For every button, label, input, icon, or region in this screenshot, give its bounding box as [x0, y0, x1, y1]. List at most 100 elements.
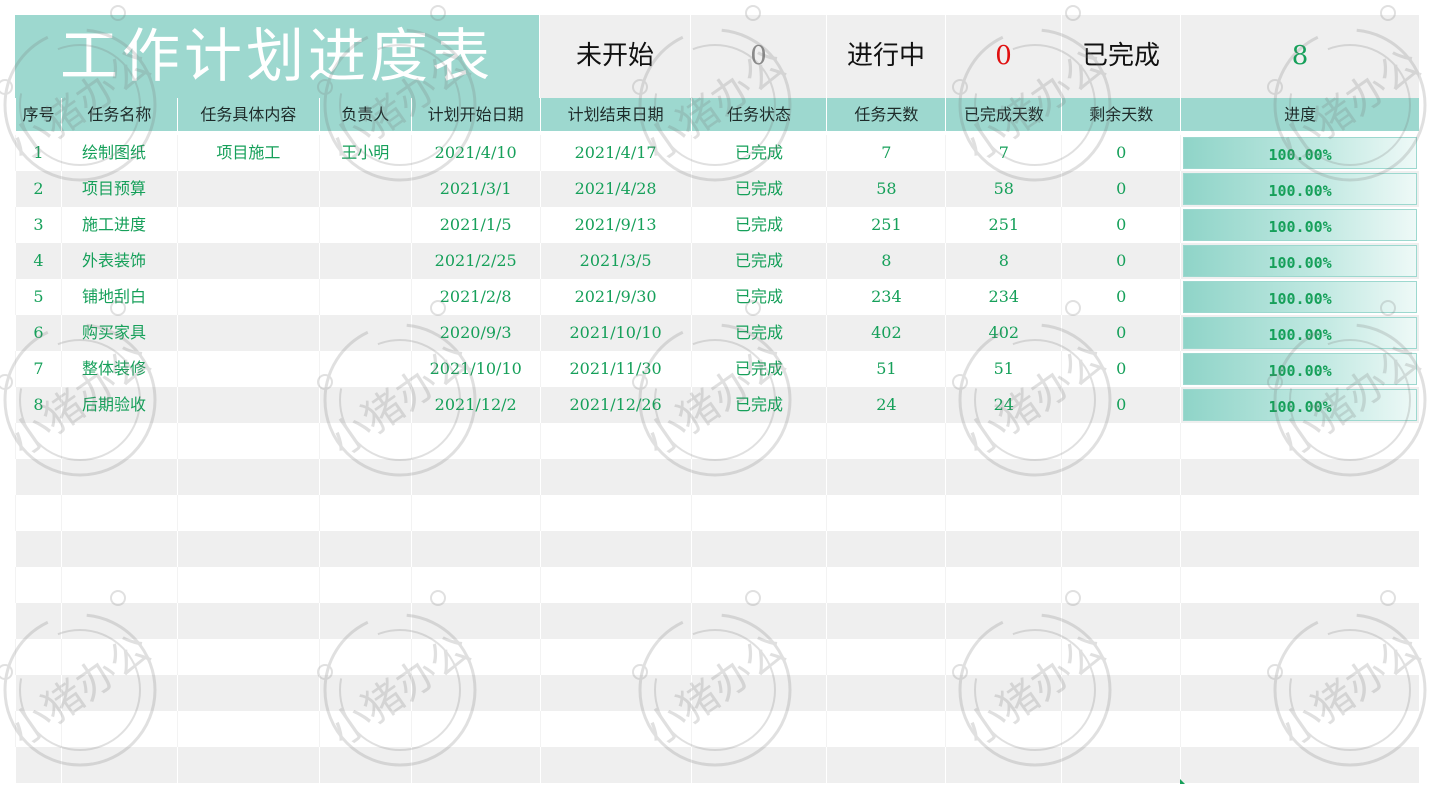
cell-start-date[interactable]: 2020/9/3 [410, 315, 540, 351]
cell-progress[interactable]: 100.00% [1180, 171, 1419, 207]
cell-end-date[interactable]: 2021/3/5 [539, 243, 691, 279]
cell-owner[interactable] [318, 207, 411, 243]
cell-task-name[interactable] [60, 675, 177, 711]
cell-progress[interactable] [1180, 747, 1419, 783]
cell-end-date[interactable] [539, 495, 691, 531]
cell-status[interactable] [690, 747, 827, 783]
cell-days[interactable] [826, 747, 945, 783]
cell-done-days[interactable] [945, 423, 1061, 459]
cell-start-date[interactable]: 2021/3/1 [410, 171, 540, 207]
cell-task-name[interactable] [60, 531, 177, 567]
cell-end-date[interactable] [539, 531, 691, 567]
cell-task-content[interactable] [176, 639, 319, 675]
cell-task-content[interactable] [176, 747, 319, 783]
cell-task-content[interactable]: 项目施工 [176, 135, 319, 171]
cell-end-date[interactable]: 2021/12/26 [539, 387, 691, 423]
cell-start-date[interactable]: 2021/2/8 [410, 279, 540, 315]
cell-remaining-days[interactable] [1061, 567, 1180, 603]
cell-days[interactable] [826, 531, 945, 567]
cell-start-date[interactable]: 2021/12/2 [410, 387, 540, 423]
cell-remaining-days[interactable] [1061, 603, 1180, 639]
cell-status[interactable] [690, 531, 827, 567]
cell-start-date[interactable] [410, 747, 540, 783]
cell-owner[interactable] [318, 567, 411, 603]
cell-progress[interactable] [1180, 459, 1419, 495]
cell-remaining-days[interactable]: 0 [1061, 207, 1180, 243]
cell-progress[interactable] [1180, 495, 1419, 531]
cell-done-days[interactable] [945, 711, 1061, 747]
cell-days[interactable] [826, 675, 945, 711]
cell-no[interactable] [15, 423, 61, 459]
header-col-done-days[interactable]: 已完成天数 [945, 98, 1062, 131]
cell-done-days[interactable]: 24 [945, 387, 1061, 423]
cell-status[interactable] [690, 459, 827, 495]
cell-owner[interactable] [318, 639, 411, 675]
cell-task-content[interactable] [176, 207, 319, 243]
cell-no[interactable]: 5 [15, 279, 61, 315]
header-col-task-content[interactable]: 任务具体内容 [176, 98, 319, 131]
cell-remaining-days[interactable]: 0 [1061, 243, 1180, 279]
cell-task-content[interactable] [176, 711, 319, 747]
header-col-task-name[interactable]: 任务名称 [60, 98, 177, 131]
cell-task-name[interactable] [60, 711, 177, 747]
cell-progress[interactable] [1180, 639, 1419, 675]
cell-end-date[interactable] [539, 459, 691, 495]
cell-days[interactable]: 251 [826, 207, 945, 243]
cell-remaining-days[interactable] [1061, 459, 1180, 495]
cell-start-date[interactable] [410, 459, 540, 495]
cell-start-date[interactable]: 2021/10/10 [410, 351, 540, 387]
cell-status[interactable] [690, 495, 827, 531]
cell-task-content[interactable] [176, 495, 319, 531]
cell-days[interactable] [826, 459, 945, 495]
cell-start-date[interactable]: 2021/1/5 [410, 207, 540, 243]
cell-task-name[interactable]: 整体装修 [60, 351, 177, 387]
cell-done-days[interactable] [945, 639, 1061, 675]
cell-status[interactable] [690, 639, 827, 675]
cell-start-date[interactable] [410, 711, 540, 747]
cell-status[interactable]: 已完成 [690, 279, 827, 315]
cell-remaining-days[interactable]: 0 [1061, 387, 1180, 423]
cell-task-name[interactable] [60, 603, 177, 639]
cell-owner[interactable] [318, 315, 411, 351]
cell-days[interactable] [826, 567, 945, 603]
cell-end-date[interactable]: 2021/9/13 [539, 207, 691, 243]
cell-remaining-days[interactable] [1061, 531, 1180, 567]
cell-progress[interactable] [1180, 531, 1419, 567]
cell-remaining-days[interactable] [1061, 639, 1180, 675]
cell-done-days[interactable]: 51 [945, 351, 1061, 387]
cell-task-name[interactable] [60, 567, 177, 603]
cell-progress[interactable] [1180, 711, 1419, 747]
cell-progress[interactable]: 100.00% [1180, 351, 1419, 387]
cell-no[interactable] [15, 639, 61, 675]
cell-remaining-days[interactable] [1061, 675, 1180, 711]
cell-days[interactable]: 8 [826, 243, 945, 279]
cell-owner[interactable] [318, 675, 411, 711]
cell-task-name[interactable]: 外表装饰 [60, 243, 177, 279]
cell-done-days[interactable] [945, 495, 1061, 531]
cell-done-days[interactable] [945, 531, 1061, 567]
cell-end-date[interactable] [539, 675, 691, 711]
cell-progress[interactable] [1180, 423, 1419, 459]
cell-done-days[interactable] [945, 747, 1061, 783]
cell-no[interactable] [15, 459, 61, 495]
cell-owner[interactable] [318, 351, 411, 387]
cell-remaining-days[interactable]: 0 [1061, 351, 1180, 387]
cell-status[interactable] [690, 603, 827, 639]
header-col-status[interactable]: 任务状态 [690, 98, 827, 131]
cell-status[interactable] [690, 675, 827, 711]
cell-done-days[interactable]: 251 [945, 207, 1061, 243]
header-col-start-date[interactable]: 计划开始日期 [410, 98, 540, 131]
cell-end-date[interactable] [539, 603, 691, 639]
cell-remaining-days[interactable] [1061, 423, 1180, 459]
header-col-progress[interactable]: 进度 [1180, 98, 1420, 131]
cell-no[interactable] [15, 675, 61, 711]
cell-task-content[interactable] [176, 459, 319, 495]
cell-start-date[interactable] [410, 423, 540, 459]
cell-start-date[interactable] [410, 567, 540, 603]
cell-task-content[interactable] [176, 423, 319, 459]
cell-start-date[interactable] [410, 531, 540, 567]
cell-end-date[interactable] [539, 567, 691, 603]
cell-owner[interactable] [318, 747, 411, 783]
cell-owner[interactable] [318, 459, 411, 495]
cell-status[interactable] [690, 567, 827, 603]
